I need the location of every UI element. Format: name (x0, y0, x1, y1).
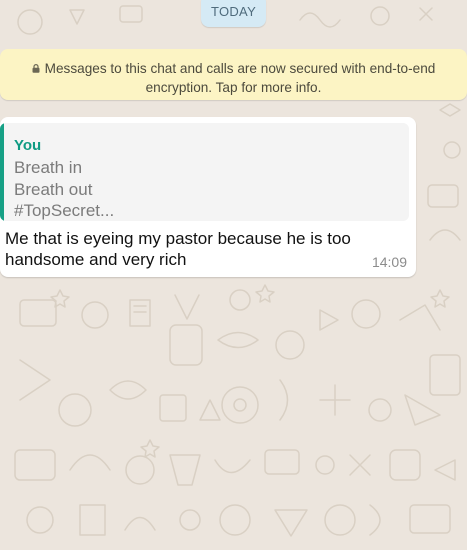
quoted-author: You (14, 137, 42, 154)
quote-accent-bar (0, 123, 4, 221)
message-text: Me that is eyeing my pastor because he i… (5, 228, 365, 270)
lock-icon (32, 64, 40, 73)
date-chip-label: TODAY (210, 4, 257, 19)
message-text-line1: Me that is eyeing my pastor because he i… (5, 229, 351, 248)
encryption-notice-line1: Messages to this chat and calls are now … (10, 59, 457, 78)
date-chip: TODAY (201, 0, 266, 27)
quoted-message[interactable]: You Breath in Breath out #TopSecret... (0, 123, 409, 221)
message-bubble[interactable]: You Breath in Breath out #TopSecret... M… (0, 117, 416, 277)
message-text-line2: handsome and very rich (5, 250, 187, 269)
quoted-line: Breath out (14, 180, 93, 199)
quoted-line: Breath in (14, 158, 83, 177)
encryption-notice-line2: encryption. Tap for more info. (145, 80, 322, 95)
message-timestamp: 14:09 (371, 254, 407, 270)
quoted-line: #TopSecret... (14, 201, 115, 220)
encryption-notice[interactable]: Messages to this chat and calls are now … (0, 49, 467, 100)
